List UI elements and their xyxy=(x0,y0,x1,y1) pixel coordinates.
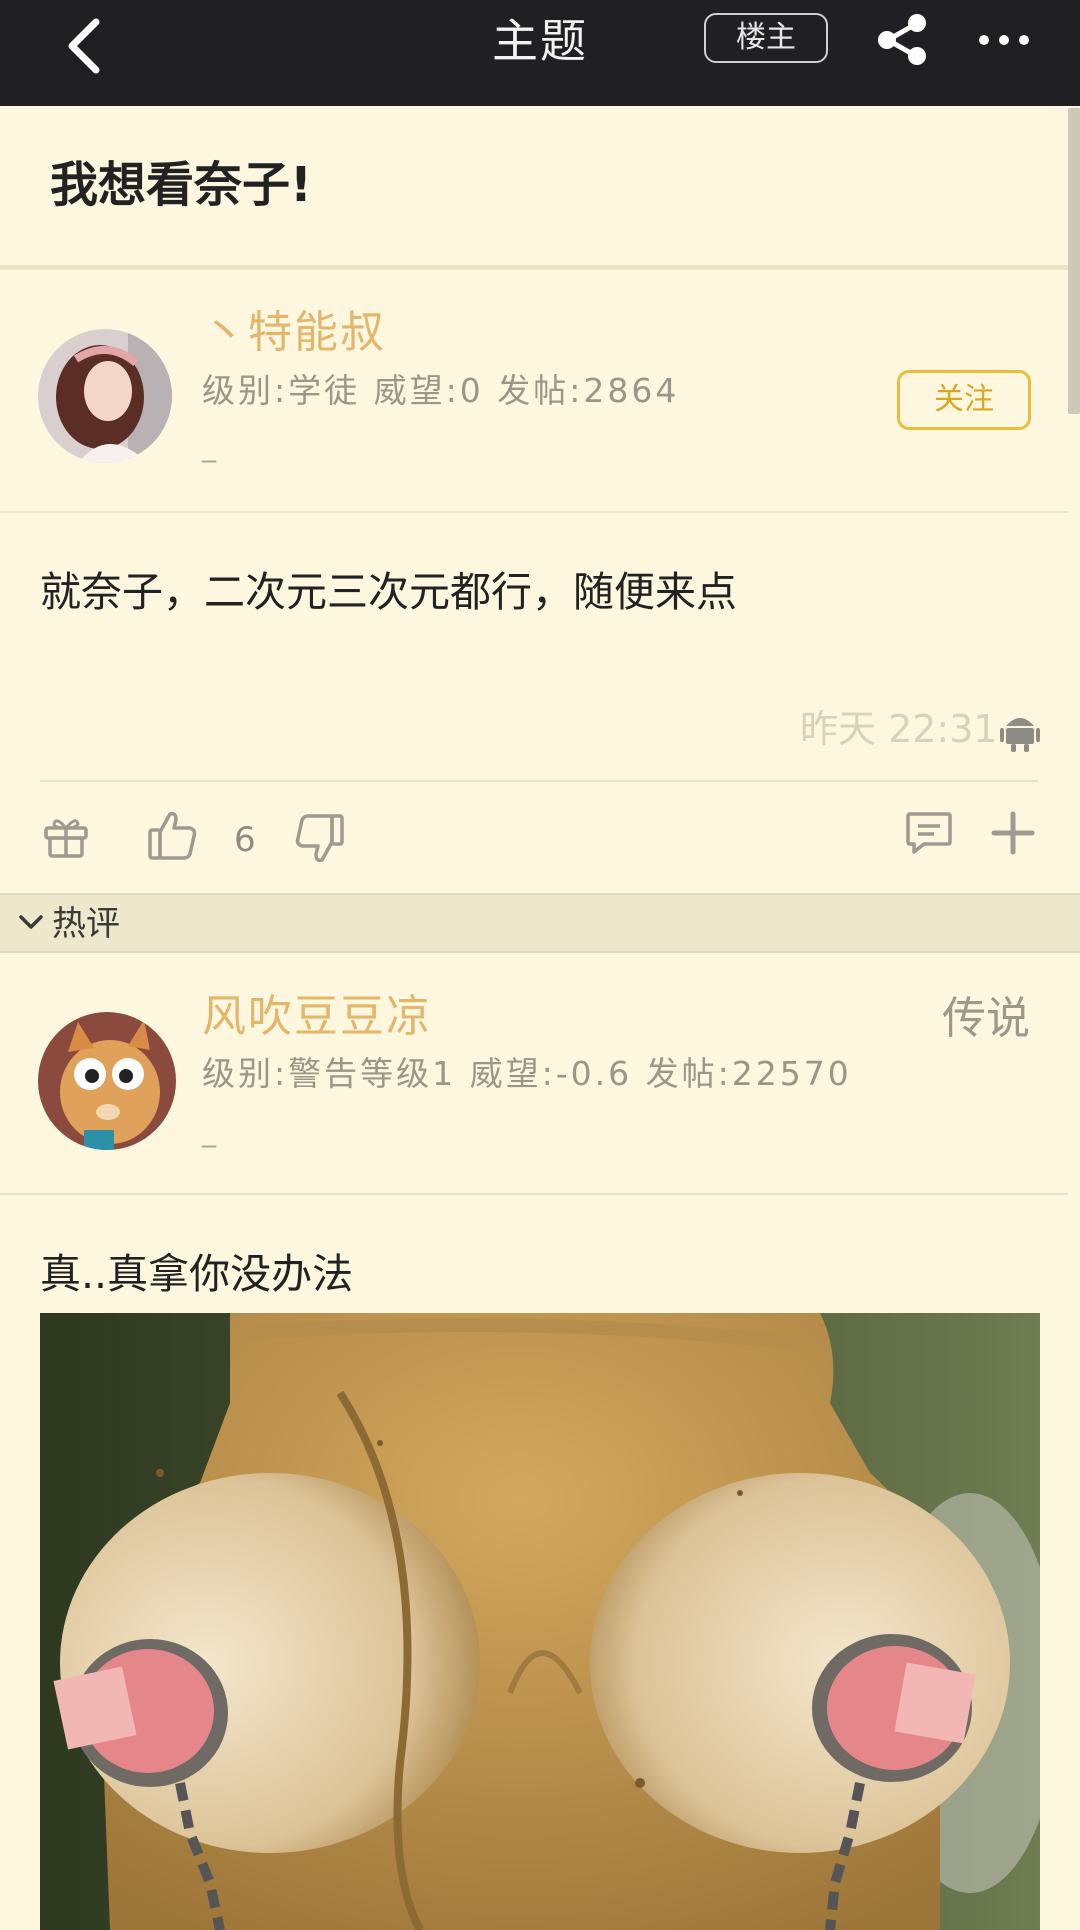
author-username[interactable]: 丶特能叔 xyxy=(202,305,386,361)
more-button[interactable] xyxy=(976,20,1032,60)
scrollbar[interactable] xyxy=(1068,108,1080,414)
reply-image[interactable] xyxy=(40,1313,1040,1930)
divider xyxy=(0,1193,1068,1195)
chevron-down-icon xyxy=(19,915,43,929)
follow-button[interactable]: 关注 xyxy=(897,370,1031,430)
comment-icon xyxy=(906,812,952,854)
reply-button[interactable] xyxy=(990,810,1036,860)
android-icon xyxy=(1000,710,1040,752)
op-only-button[interactable]: 楼主 xyxy=(704,13,828,63)
more-dots-icon xyxy=(979,35,1029,45)
gift-button[interactable] xyxy=(42,812,90,864)
like-count: 6 xyxy=(234,820,256,860)
reply-rank-label: 传说 xyxy=(942,993,1030,1044)
hot-comments-label: 热评 xyxy=(52,904,120,944)
share-button[interactable] xyxy=(874,10,932,68)
thumbs-down-icon xyxy=(295,814,344,863)
avatar[interactable] xyxy=(38,1012,176,1150)
author-signature: _ xyxy=(202,430,216,463)
like-button[interactable] xyxy=(146,808,200,866)
divider xyxy=(0,511,1068,513)
plus-icon xyxy=(991,811,1035,855)
reply-username[interactable]: 风吹豆豆凉 xyxy=(202,989,432,1045)
thumbs-up-icon xyxy=(148,811,197,860)
share-icon xyxy=(878,14,926,65)
dislike-button[interactable] xyxy=(292,812,346,870)
top-bar: 主题 楼主 xyxy=(0,0,1080,106)
reply-meta: 级别:警告等级1 威望:-0.6 发帖:22570 xyxy=(202,1054,852,1093)
hot-comments-toggle[interactable]: 热评 xyxy=(0,893,1080,953)
comment-button[interactable] xyxy=(904,808,954,862)
post-timestamp: 昨天 22:31 xyxy=(800,707,998,751)
reply-body: 真..真拿你没办法 xyxy=(40,1250,354,1298)
gift-icon xyxy=(44,819,88,858)
divider xyxy=(0,265,1068,270)
avatar[interactable] xyxy=(38,329,172,463)
post-body: 就奈子，二次元三次元都行，随便来点 xyxy=(40,568,737,616)
author-meta: 级别:学徒 威望:0 发帖:2864 xyxy=(202,371,680,410)
divider xyxy=(40,780,1038,782)
reply-signature: _ xyxy=(202,1115,216,1148)
thread-title: 我想看奈子! xyxy=(50,157,312,213)
